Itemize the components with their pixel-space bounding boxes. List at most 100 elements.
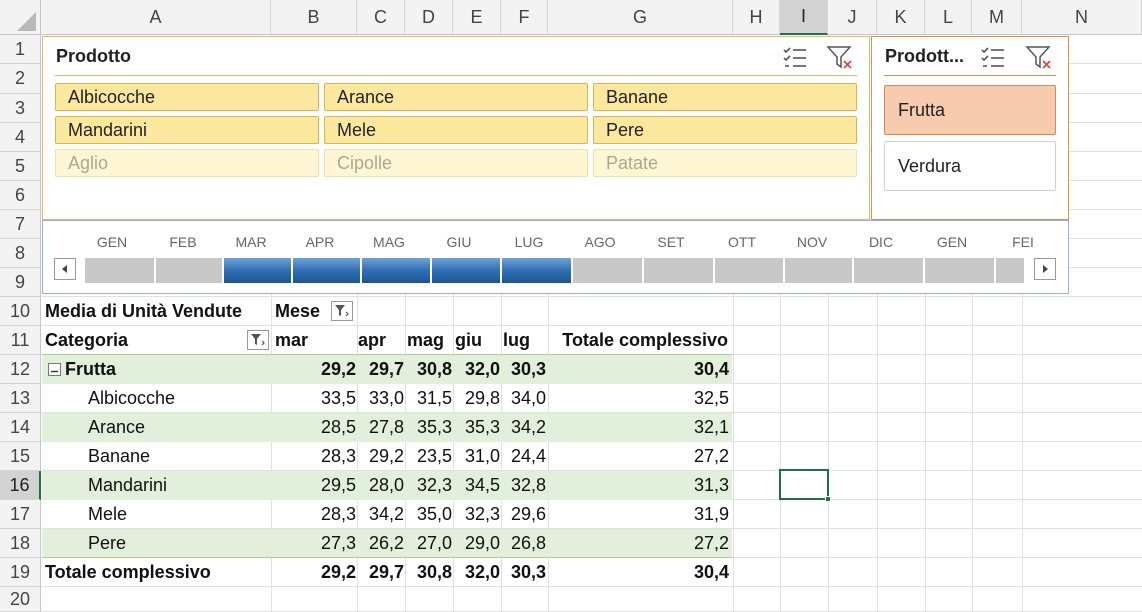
timeline-period-mag[interactable] <box>362 258 430 283</box>
timeline-month-label: MAR <box>235 234 267 250</box>
slicer-categoria-title: Prodott... <box>885 46 964 66</box>
clear-filter-icon[interactable] <box>1024 43 1054 73</box>
timeline-period-feb[interactable] <box>156 258 222 283</box>
row-header-11[interactable]: 11 <box>0 326 41 355</box>
column-header-c[interactable]: C <box>357 0 405 35</box>
row-header-3[interactable]: 3 <box>0 94 41 123</box>
row-header-4[interactable]: 4 <box>0 123 41 152</box>
row-header-6[interactable]: 6 <box>0 181 41 210</box>
timeline-period-gen[interactable] <box>85 258 154 283</box>
slicer-item-albicocche[interactable]: Albicocche <box>55 83 319 111</box>
row-header-14[interactable]: 14 <box>0 413 41 442</box>
timeline-month-label: DIC <box>868 234 894 250</box>
row-header-15[interactable]: 15 <box>0 442 41 471</box>
timeline-month-label: GEN <box>96 234 128 250</box>
pivot-column-header: Totale complessivo <box>562 330 728 350</box>
pivot-column-header: lug <box>503 330 530 350</box>
column-header-d[interactable]: D <box>405 0 453 35</box>
timeline-month-label: FEI <box>1012 234 1034 250</box>
row-header-10[interactable]: 10 <box>0 297 41 326</box>
slicer-item-patate[interactable]: Patate <box>593 149 857 177</box>
slicer-item-banane[interactable]: Banane <box>593 83 857 111</box>
row-header-20[interactable]: 20 <box>0 587 41 612</box>
column-header-a[interactable]: A <box>41 0 271 35</box>
column-header-g[interactable]: G <box>548 0 733 35</box>
column-header-k[interactable]: K <box>877 0 925 35</box>
row-header-12[interactable]: 12 <box>0 355 41 384</box>
slicer-item-cipolle[interactable]: Cipolle <box>324 149 588 177</box>
column-filter-button[interactable] <box>331 301 353 321</box>
pivot-value-cell: 32,8 <box>510 475 546 495</box>
row-header-1[interactable]: 1 <box>0 35 41 64</box>
active-cell-cursor[interactable] <box>779 469 831 502</box>
column-header-l[interactable]: L <box>925 0 972 35</box>
timeline-month-label: AGO <box>584 234 616 250</box>
scroll-right-icon[interactable] <box>1034 258 1056 280</box>
slicer-item-frutta[interactable]: Frutta <box>884 85 1056 135</box>
column-header-e[interactable]: E <box>453 0 501 35</box>
row-header-2[interactable]: 2 <box>0 64 41 94</box>
pivot-value-cell: 24,4 <box>510 446 546 466</box>
select-all-corner[interactable] <box>0 0 41 35</box>
column-header-i[interactable]: I <box>780 0 828 35</box>
timeline-period-gen[interactable] <box>925 258 994 283</box>
column-header-h[interactable]: H <box>733 0 780 35</box>
scroll-left-icon[interactable] <box>54 258 76 280</box>
column-header-n[interactable]: N <box>1022 0 1142 35</box>
timeline-period-set[interactable] <box>644 258 713 283</box>
row-header-13[interactable]: 13 <box>0 384 41 413</box>
slicer-item-verdura[interactable]: Verdura <box>884 141 1056 191</box>
timeline-period-fei[interactable] <box>996 258 1024 283</box>
pivot-row-label: Pere <box>88 533 127 553</box>
pivot-value-cell: 26,8 <box>510 533 546 553</box>
row-filter-button[interactable] <box>247 330 269 350</box>
column-header-m[interactable]: M <box>972 0 1022 35</box>
column-header-b[interactable]: B <box>271 0 357 35</box>
column-header-f[interactable]: F <box>501 0 548 35</box>
timeline-period-nov[interactable] <box>785 258 852 283</box>
slicer-item-arance[interactable]: Arance <box>324 83 588 111</box>
row-header-17[interactable]: 17 <box>0 500 41 529</box>
pivot-column-header: giu <box>455 330 482 350</box>
slicer-item-mandarini[interactable]: Mandarini <box>55 116 319 144</box>
row-header-8[interactable]: 8 <box>0 239 41 268</box>
pivot-row-label: Banane <box>88 446 151 466</box>
slicer-item-pere[interactable]: Pere <box>593 116 857 144</box>
pivot-value-cell: 30,3 <box>510 562 546 582</box>
timeline-month-label: LUG <box>514 234 544 250</box>
row-header-9[interactable]: 9 <box>0 268 41 297</box>
pivot-value-cell: 31,3 <box>693 475 729 495</box>
timeline-mese: GEN FEB MAR APR MAG GIU LUG AGO SET OTT NOV DIC GEN F… <box>42 220 1069 294</box>
pivot-group-label: Frutta <box>65 359 116 379</box>
timeline-period-lug[interactable] <box>502 258 571 283</box>
pivot-value-cell: 32,5 <box>693 388 729 408</box>
collapse-button[interactable] <box>48 363 61 376</box>
timeline-period-mar[interactable] <box>224 258 291 283</box>
slicer-item-mele[interactable]: Mele <box>324 116 588 144</box>
row-header-5[interactable]: 5 <box>0 152 41 181</box>
multi-select-icon[interactable] <box>780 43 810 73</box>
timeline-period-ago[interactable] <box>573 258 642 283</box>
slicer-categoria: Prodott... Frutta Verdura <box>871 36 1069 220</box>
row-header-19[interactable]: 19 <box>0 558 41 587</box>
clear-filter-icon[interactable] <box>825 43 855 73</box>
minus-icon <box>51 370 58 373</box>
slicer-item-aglio[interactable]: Aglio <box>55 149 319 177</box>
timeline-period-giu[interactable] <box>432 258 500 283</box>
pivot-value-cell: 30,4 <box>693 359 729 379</box>
timeline-month-label: FEB <box>169 234 197 250</box>
pivot-value-cell: 30,4 <box>693 562 729 582</box>
row-header-16[interactable]: 16 <box>0 471 41 500</box>
timeline-period-dic[interactable] <box>854 258 923 283</box>
row-header-18[interactable]: 18 <box>0 529 41 558</box>
row-header-7[interactable]: 7 <box>0 210 41 239</box>
timeline-period-apr[interactable] <box>293 258 360 283</box>
pivot-value-cell: 31,9 <box>693 504 729 524</box>
slicer-prodotto-title: Prodotto <box>56 46 131 66</box>
column-header-j[interactable]: J <box>828 0 877 35</box>
timeline-period-ott[interactable] <box>715 258 783 283</box>
multi-select-icon[interactable] <box>978 43 1008 73</box>
pivot-value-cell: 34,2 <box>510 417 546 437</box>
pivot-row-label: Arance <box>88 417 146 437</box>
timeline-month-label: GIU <box>446 234 472 250</box>
